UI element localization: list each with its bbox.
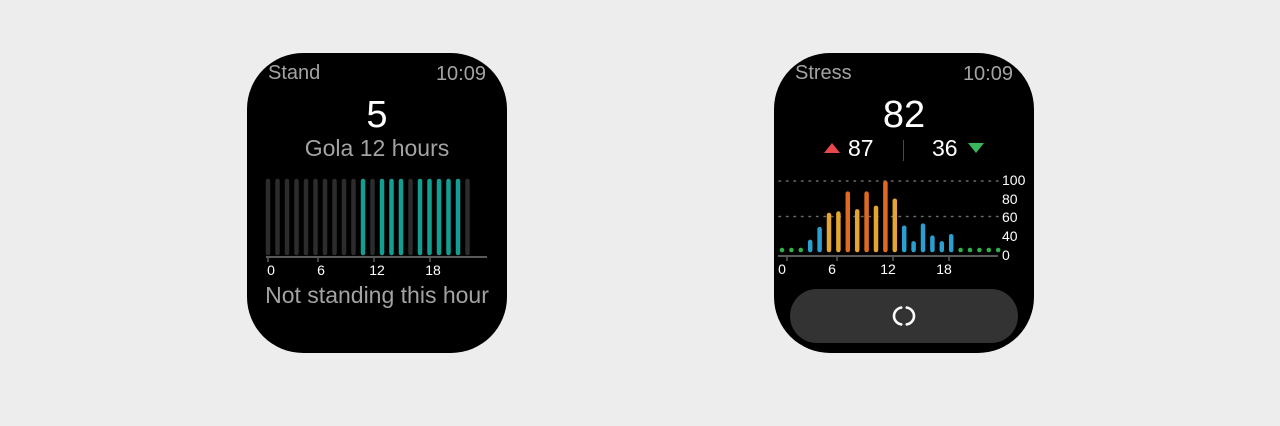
- stress-y-tick-label: 100: [1002, 172, 1026, 188]
- stand-status: Not standing this hour: [265, 282, 489, 308]
- stress-y-tick-label: 80: [1002, 191, 1018, 207]
- stand-watch-face: Stand 10:09 5 Gola 12 hours 0 6 12 18 Not s…: [247, 53, 507, 353]
- stress-x-tick-label: 0: [778, 261, 786, 277]
- stress-y-tick-label: 60: [1002, 209, 1018, 225]
- stress-x-tick-label: 18: [936, 261, 952, 277]
- stand-x-tick-label: 12: [369, 262, 385, 278]
- refresh-button[interactable]: [790, 289, 1018, 343]
- stress-hourly-chart: 100 80 60 40 0 0 6 12 18: [778, 172, 1026, 277]
- stand-x-tick-label: 6: [317, 262, 325, 278]
- refresh-icon: [892, 306, 916, 326]
- stress-y-tick-label: 40: [1002, 228, 1018, 244]
- stress-y-tick-label: 0: [1002, 247, 1010, 263]
- stress-x-tick-label: 6: [828, 261, 836, 277]
- stress-watch-face: Stress 10:09 82 87 36 100 80 60 40 0 0 6 12 18: [774, 53, 1034, 353]
- stand-x-tick-label: 0: [267, 262, 275, 278]
- stand-hourly-chart: 0 6 12 18: [265, 178, 487, 278]
- stand-x-tick-label: 18: [425, 262, 441, 278]
- stress-x-tick-label: 12: [880, 261, 896, 277]
